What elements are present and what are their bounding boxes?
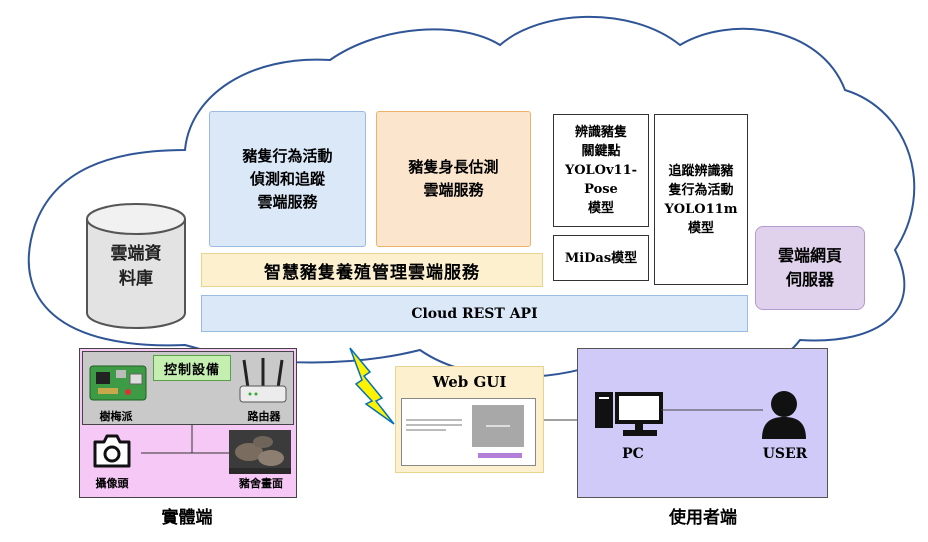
camera-label: 攝像頭 — [95, 477, 129, 490]
camera-icon — [93, 434, 131, 468]
pig-pen-view-label: 豬舍畫面 — [239, 477, 283, 490]
user-side-title: 使用者端 — [669, 508, 737, 528]
web-gui-screenshot — [401, 398, 536, 466]
physical-side-title: 實體端 — [161, 508, 213, 528]
web-gui-title: Web GUI — [432, 373, 507, 391]
pc-icon — [595, 392, 663, 436]
rest-api-bar: Cloud REST API — [201, 295, 748, 332]
keypoint-model-box: 辨識豬隻 關鍵點 YOLOv11- Pose 模型 — [553, 114, 649, 227]
tracking-model-box: 追蹤辨識豬 隻行為活動 YOLO11m 模型 — [654, 114, 748, 285]
web-gui-thumbnail — [406, 405, 524, 458]
midas-model-box: MiDas模型 — [553, 235, 649, 281]
pig-body-length-service: 豬隻身長估測 雲端服務 — [376, 111, 531, 247]
management-service-bar: 智慧豬隻養殖管理雲端服務 — [201, 253, 543, 287]
pig-pen-image — [229, 430, 291, 474]
cloud-database-label: 雲端資 料庫 — [110, 244, 162, 289]
cloud-web-server: 雲端網頁 伺服器 — [755, 226, 865, 310]
lightning-icon — [349, 347, 395, 425]
pc-label: PC — [622, 446, 644, 462]
gui-user-connector — [544, 419, 578, 421]
pig-behavior-service: 豬隻行為活動 偵測和追蹤 雲端服務 — [209, 111, 366, 247]
pc-user-line — [661, 409, 763, 411]
user-label: USER — [762, 446, 808, 462]
user-icon — [762, 391, 806, 439]
